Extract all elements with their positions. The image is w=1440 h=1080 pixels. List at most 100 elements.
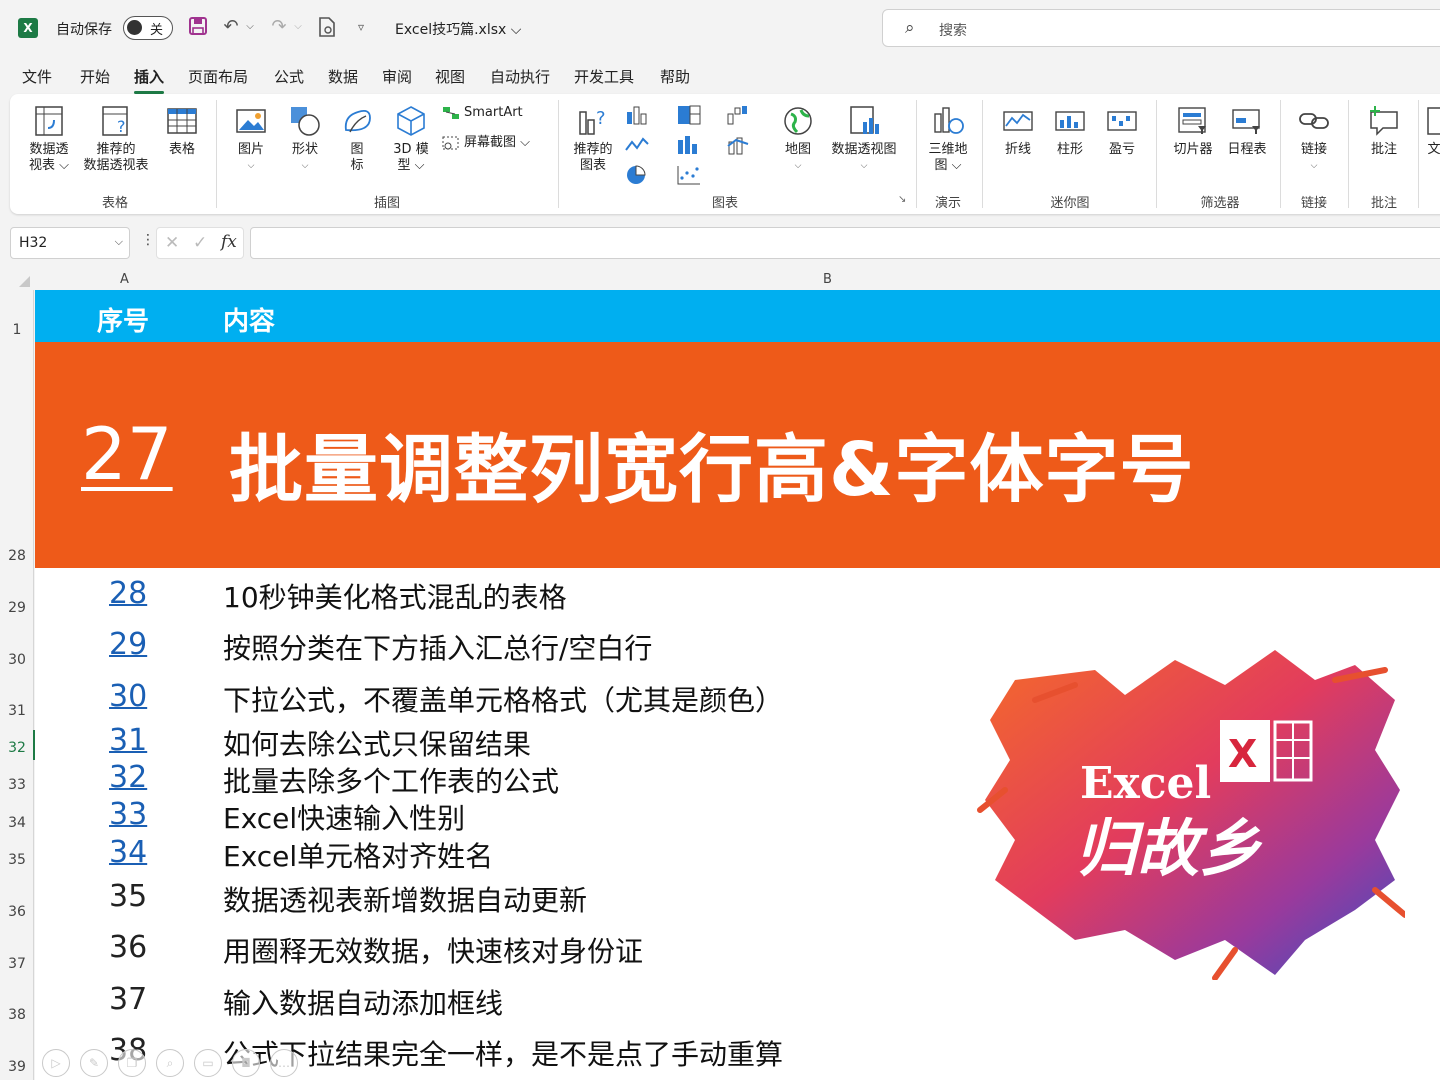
play-icon[interactable]: ▷	[42, 1049, 70, 1077]
more-options-icon[interactable]: ⋮	[141, 232, 155, 248]
row-index-link[interactable]: 31	[109, 723, 147, 758]
tab-file[interactable]: 文件	[22, 66, 52, 87]
slicer-button[interactable]: 切片器	[1168, 104, 1218, 158]
shapes-button[interactable]: 形状 ⌵	[282, 104, 328, 174]
row-header[interactable]: 29	[0, 600, 34, 616]
row-index-link[interactable]: 33	[109, 797, 147, 832]
redo-dropdown-icon[interactable]: ⌵	[292, 16, 304, 38]
name-box[interactable]: H32 ⌵	[10, 227, 130, 259]
column-chart-icon[interactable]	[624, 104, 650, 126]
sparkline-winloss-button[interactable]: 盈亏	[1100, 104, 1144, 158]
tab-data[interactable]: 数据	[328, 66, 358, 87]
file-title[interactable]: Excel技巧篇.xlsx ⌵	[395, 19, 521, 39]
excel-app-icon[interactable]: X	[18, 18, 38, 38]
row-text: 批量去除多个工作表的公式	[223, 765, 560, 798]
row-index-link[interactable]: 28	[109, 576, 147, 611]
tab-help[interactable]: 帮助	[660, 66, 690, 87]
save-icon[interactable]	[187, 16, 209, 38]
sparkline-column-button[interactable]: 柱形	[1048, 104, 1092, 158]
dialog-launcher-icon[interactable]: ↘	[898, 194, 906, 205]
new-comment-button[interactable]: 批注	[1360, 104, 1408, 158]
3d-map-button[interactable]: 三维地 图 ⌵	[924, 104, 972, 174]
row-header[interactable]: 38	[0, 1007, 34, 1023]
row-header[interactable]: 37	[0, 956, 34, 972]
subtitle-icon[interactable]: ▭	[194, 1049, 222, 1077]
sparkline-line-button[interactable]: 折线	[996, 104, 1040, 158]
tab-automate[interactable]: 自动执行	[490, 66, 550, 87]
highlighted-row[interactable]: 27 批量调整列宽行高&字体字号	[35, 342, 1440, 568]
pivot-chart-button[interactable]: 数据透视图 ⌵	[826, 104, 902, 174]
row-header[interactable]: 33	[0, 777, 34, 793]
tab-insert[interactable]: 插入	[134, 66, 165, 94]
pen-icon[interactable]: ✎	[80, 1049, 108, 1077]
row-header[interactable]: 34	[0, 815, 34, 831]
cancel-icon[interactable]: ✕	[165, 233, 179, 253]
tab-view[interactable]: 视图	[435, 66, 465, 87]
tab-formulas[interactable]: 公式	[274, 66, 304, 87]
row-header[interactable]: 31	[0, 703, 34, 719]
hero-number-link[interactable]: 27	[81, 412, 173, 496]
undo-dropdown-icon[interactable]: ⌵	[244, 16, 256, 38]
3d-models-button[interactable]: 3D 模 型 ⌵	[388, 104, 434, 174]
row-text: 如何去除公式只保留结果	[223, 728, 532, 761]
statistic-chart-icon[interactable]	[676, 134, 702, 156]
copy-icon[interactable]: ❐	[118, 1049, 146, 1077]
zoom-icon[interactable]: ⌕	[156, 1049, 184, 1077]
icons-button[interactable]: 图 标	[336, 104, 378, 174]
insert-function-icon[interactable]: fx	[221, 232, 237, 252]
text-group-button[interactable]: 文	[1424, 104, 1440, 158]
timeline-button[interactable]: 日程表	[1222, 104, 1272, 158]
row-index-link[interactable]: 34	[109, 835, 147, 870]
map-button[interactable]: 地图 ⌵	[778, 104, 818, 174]
hierarchy-chart-icon[interactable]	[676, 104, 702, 126]
row-index-link[interactable]: 32	[109, 760, 147, 795]
link-button[interactable]: 链接 ⌵	[1292, 104, 1336, 174]
row-text: Excel快速输入性别	[223, 802, 466, 835]
pie-chart-icon[interactable]	[624, 164, 650, 186]
tab-review[interactable]: 审阅	[382, 66, 412, 87]
row-text: 下拉公式，不覆盖单元格格式（尤其是颜色）	[223, 684, 784, 717]
chevron-down-icon[interactable]: ⌵	[115, 235, 123, 249]
group-separator	[1280, 100, 1281, 208]
screenshot-button[interactable]: 屏幕截图 ⌵	[442, 132, 530, 154]
recommended-pivot-button[interactable]: ? 推荐的 数据透视表	[78, 104, 154, 174]
column-header-b[interactable]: B	[823, 272, 832, 287]
row-index-link[interactable]: 30	[109, 679, 147, 714]
search-box[interactable]: ⌕ 搜索	[882, 9, 1440, 47]
redo-icon[interactable]: ↷	[268, 16, 290, 38]
tab-developer[interactable]: 开发工具	[574, 66, 634, 87]
pivot-chart-icon	[850, 106, 879, 134]
tab-page-layout[interactable]: 页面布局	[188, 66, 248, 87]
row-header[interactable]: 30	[0, 652, 34, 668]
row-header[interactable]: 36	[0, 904, 34, 920]
pivot-chart-dropdown-icon: ⌵	[860, 161, 868, 171]
table-button[interactable]: 表格	[160, 104, 204, 158]
autosave-toggle[interactable]: 关	[123, 16, 173, 40]
autosave-state: 关	[150, 23, 164, 38]
enter-icon[interactable]: ✓	[193, 233, 207, 253]
row-index-link[interactable]: 29	[109, 627, 147, 662]
table-header-row[interactable]: 序号 内容	[35, 290, 1440, 342]
smartart-button[interactable]: SmartArt	[442, 102, 523, 124]
row-header[interactable]: 28	[0, 548, 34, 564]
formula-input[interactable]	[250, 227, 1440, 259]
group-label-tours: 演示	[934, 196, 961, 211]
pictures-button[interactable]: 图片 ⌵	[228, 104, 274, 174]
undo-icon[interactable]: ↶	[220, 16, 242, 38]
print-preview-icon[interactable]	[316, 16, 338, 38]
camera-icon[interactable]: ◘	[232, 1049, 260, 1077]
more-icon[interactable]: …	[270, 1049, 298, 1077]
recommended-charts-button[interactable]: ? 推荐的 图表	[568, 104, 618, 174]
waterfall-chart-icon[interactable]	[726, 104, 752, 126]
combo-chart-icon[interactable]	[726, 134, 752, 156]
tab-home[interactable]: 开始	[80, 66, 110, 87]
column-header-a[interactable]: A	[120, 272, 129, 287]
row-header[interactable]: 1	[0, 322, 34, 338]
customize-toolbar-icon[interactable]: ▿	[350, 16, 372, 38]
line-chart-icon[interactable]	[624, 134, 650, 156]
pivot-table-button[interactable]: 数据透 视表 ⌵	[24, 104, 74, 174]
scatter-chart-icon[interactable]	[676, 164, 702, 186]
row-header-selected[interactable]: 32	[0, 730, 36, 760]
row-header[interactable]: 35	[0, 852, 34, 868]
select-all-corner[interactable]	[0, 270, 34, 290]
